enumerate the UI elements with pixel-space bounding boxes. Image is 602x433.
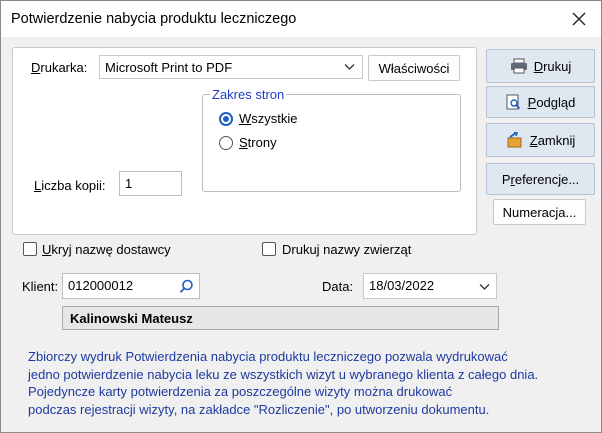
preview-button[interactable]: Podgląd (486, 86, 595, 118)
close-door-icon (507, 132, 522, 148)
print-animal-names-label: Drukuj nazwy zwierząt (282, 242, 412, 257)
preferences-button-label: Preferencje... (501, 171, 580, 187)
numbering-button[interactable]: Numeracja... (493, 199, 586, 225)
close-window-button[interactable] (565, 5, 593, 33)
chevron-down-icon (344, 64, 355, 70)
print-button[interactable]: Drukuj (486, 49, 595, 83)
description-line: podczas rejestracji wizyty, na zakładce … (28, 401, 490, 417)
copies-value: 1 (125, 176, 133, 191)
search-icon[interactable] (179, 279, 194, 294)
printer-label: Drukarka: (31, 60, 88, 75)
copies-input[interactable]: 1 (119, 171, 182, 196)
client-code-value: 012000012 (68, 278, 134, 293)
client-code-input[interactable]: 012000012 (62, 273, 200, 299)
client-name-field: Kalinowski Mateusz (62, 306, 499, 330)
close-button-label: Zamknij (529, 132, 576, 148)
properties-button[interactable]: Właściwości (368, 55, 460, 81)
client-label: Klient: (22, 279, 59, 294)
printer-icon (510, 58, 527, 74)
hide-supplier-checkbox[interactable] (23, 242, 37, 256)
print-animal-names-checkbox[interactable] (262, 242, 276, 256)
title-bar: Potwierdzenie nabycia produktu lecznicze… (1, 1, 601, 37)
description-text: Zbiorczy wydruk Potwierdzenia nabycia pr… (28, 348, 578, 418)
date-picker[interactable]: 18/03/2022 (363, 273, 497, 299)
close-icon (572, 12, 586, 26)
window-title: Potwierdzenie nabycia produktu lecznicze… (11, 11, 297, 27)
client-name-value: Kalinowski Mateusz (70, 311, 193, 326)
description-line: jedno potwierdzenie nabycia leku ze wszy… (28, 366, 539, 382)
date-value: 18/03/2022 (369, 278, 435, 293)
preferences-button[interactable]: Preferencje... (486, 163, 595, 195)
close-button[interactable]: Zamknij (486, 123, 595, 157)
dialog-window: Potwierdzenie nabycia produktu lecznicze… (0, 0, 602, 433)
radio-pages[interactable] (219, 136, 233, 150)
chevron-down-icon (479, 284, 490, 290)
print-button-label: Drukuj (533, 58, 572, 74)
description-line: Pojedyncze karty potwierdzenia za poszcz… (28, 384, 453, 399)
page-range-legend: Zakres stron (210, 87, 287, 102)
printer-value: Microsoft Print to PDF (105, 60, 233, 75)
printer-select[interactable]: Microsoft Print to PDF (99, 55, 363, 79)
preview-icon (506, 94, 520, 109)
description-line: Zbiorczy wydruk Potwierdzenia nabycia pr… (28, 349, 508, 364)
radio-all-pages-label: Wszystkie (239, 111, 298, 126)
hide-supplier-label: Ukryj nazwę dostawcy (42, 242, 171, 257)
radio-pages-label: Strony (239, 135, 277, 150)
copies-label: Liczba kopii: (34, 178, 106, 193)
radio-all-pages[interactable] (219, 112, 233, 126)
preview-button-label: Podgląd (527, 94, 576, 110)
date-label: Data: (322, 279, 354, 294)
